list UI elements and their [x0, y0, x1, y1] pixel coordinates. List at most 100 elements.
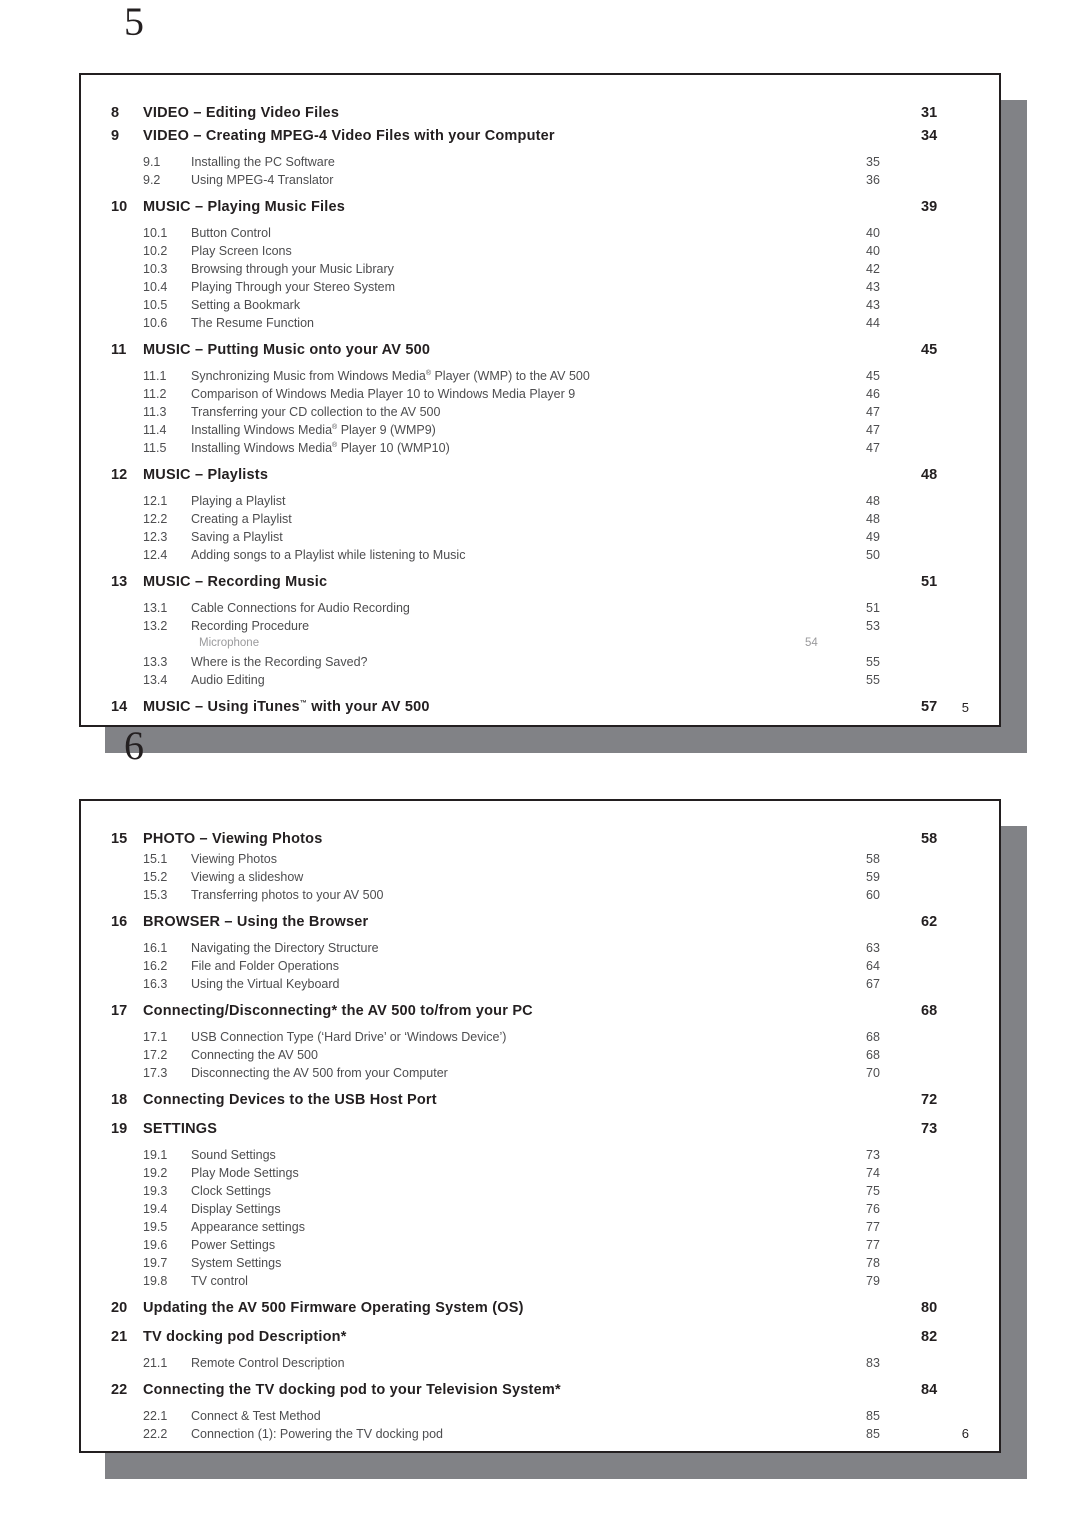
toc-section-entry[interactable]: 13.3 Where is the Recording Saved? 55: [111, 655, 941, 673]
toc-entry-num: 10: [111, 199, 128, 215]
toc-entry-title: Clock Settings: [191, 1184, 271, 1198]
toc-section-entry[interactable]: 13.4 Audio Editing 55: [111, 673, 941, 691]
toc-entry-num: 9.2: [143, 173, 161, 187]
toc-chapter-entry[interactable]: 11 MUSIC – Putting Music onto your AV 500…: [111, 340, 941, 369]
toc-entry-title: Setting a Bookmark: [191, 298, 301, 312]
toc-section-entry[interactable]: 16.2 File and Folder Operations 64: [111, 959, 941, 977]
toc-entry-page-number: 36: [866, 173, 880, 187]
toc-entry-page-number: 59: [866, 870, 880, 884]
toc-entry-page-number: 80: [921, 1300, 938, 1316]
toc-chapter-entry[interactable]: 9 VIDEO – Creating MPEG-4 Video Files wit…: [111, 126, 941, 155]
toc-entry-num: 22: [111, 1382, 128, 1398]
toc-section-entry[interactable]: 11.1 Synchronizing Music from Windows Med…: [111, 369, 941, 387]
toc-section-entry[interactable]: 9.1 Installing the PC Software 35: [111, 155, 941, 173]
toc-section-entry[interactable]: 10.5 Setting a Bookmark 43: [111, 298, 941, 316]
toc-entry-title: Installing Windows Media® Player 10 (WMP…: [191, 441, 450, 455]
toc-section-entry[interactable]: 9.2 Using MPEG-4 Translator 36: [111, 173, 941, 191]
toc-entry-num: 11: [111, 342, 127, 358]
toc-entry-title: Playing Through your Stereo System: [191, 280, 396, 294]
toc-entry-title: Connection (1): Powering the TV docking …: [191, 1427, 444, 1441]
toc-entry-title: Viewing Photos: [191, 852, 277, 866]
toc-entry-page-number: 40: [866, 226, 880, 240]
toc-entry-title: Using MPEG-4 Translator: [191, 173, 334, 187]
toc-section-entry[interactable]: 21.1 Remote Control Description 83: [111, 1356, 941, 1374]
toc-section-entry[interactable]: 19.4 Display Settings 76: [111, 1202, 941, 1220]
toc-section-entry[interactable]: 19.8 TV control 79: [111, 1274, 941, 1292]
toc-entry-title: USB Connection Type (‘Hard Drive’ or ‘Wi…: [191, 1030, 507, 1044]
toc-entry-page-number: 48: [866, 494, 880, 508]
toc-entry-title: Adding songs to a Playlist while listeni…: [191, 548, 466, 562]
toc-entry-num: 12.4: [143, 548, 168, 562]
toc-section-entry[interactable]: 17.2 Connecting the AV 500 68: [111, 1048, 941, 1066]
toc-section-entry[interactable]: 19.3 Clock Settings 75: [111, 1184, 941, 1202]
toc-section-entry[interactable]: 17.1 USB Connection Type (‘Hard Drive’ or…: [111, 1030, 941, 1048]
toc-entry-num: 13.3: [143, 655, 168, 669]
toc-section-entry[interactable]: 16.3 Using the Virtual Keyboard 67: [111, 977, 941, 995]
toc-section-entry[interactable]: 10.3 Browsing through your Music Library 4…: [111, 262, 941, 280]
toc-chapter-entry[interactable]: 15 PHOTO – Viewing Photos 58: [111, 829, 941, 852]
toc-section-entry[interactable]: 10.2 Play Screen Icons 40: [111, 244, 941, 262]
toc-chapter-entry[interactable]: 14 MUSIC – Using iTunes™ with your AV 500…: [111, 697, 941, 726]
toc-entry-page-number: 47: [866, 423, 880, 437]
toc-section-entry[interactable]: 19.2 Play Mode Settings 74: [111, 1166, 941, 1184]
toc-entry-title: Button Control: [191, 226, 271, 240]
toc-entry-title: MUSIC – Using iTunes™ with your AV 500: [143, 699, 430, 715]
toc-chapter-entry[interactable]: 21 TV docking pod Description* 82: [111, 1327, 941, 1356]
toc-entry-page-number: 54: [805, 637, 818, 649]
toc-entry-page-number: 75: [866, 1184, 880, 1198]
toc-entry-page-number: 48: [921, 467, 938, 483]
toc-chapter-entry[interactable]: 22 Connecting the TV docking pod to your …: [111, 1380, 941, 1409]
toc-entry-title: PHOTO – Viewing Photos: [143, 831, 323, 847]
toc-entry-num: 10.3: [143, 262, 168, 276]
toc-section-entry[interactable]: 12.4 Adding songs to a Playlist while lis…: [111, 548, 941, 566]
toc-entry-page-number: 42: [866, 262, 880, 276]
toc-entry-num: 12.2: [143, 512, 168, 526]
toc-section-entry[interactable]: 16.1 Navigating the Directory Structure 63: [111, 941, 941, 959]
toc-entry-title: Cable Connections for Audio Recording: [191, 601, 410, 615]
toc-section-entry[interactable]: 11.3 Transferring your CD collection to t…: [111, 405, 941, 423]
toc-section-entry[interactable]: Microphone 54: [111, 637, 941, 655]
toc-entry-num: 19.1: [143, 1148, 168, 1162]
toc-chapter-entry[interactable]: 20 Updating the AV 500 Firmware Operating…: [111, 1298, 941, 1327]
toc-entry-title: Playing a Playlist: [191, 494, 286, 508]
toc-entry-num: 11.4: [143, 423, 167, 437]
toc-entry-page-number: 85: [866, 1409, 880, 1423]
toc-section-entry[interactable]: 12.1 Playing a Playlist 48: [111, 494, 941, 512]
toc-section-entry[interactable]: 19.6 Power Settings 77: [111, 1238, 941, 1256]
toc-section-entry[interactable]: 15.3 Transferring photos to your AV 500 60: [111, 888, 941, 906]
toc-entry-num: 19: [111, 1121, 128, 1137]
toc-entry-page-number: 73: [866, 1148, 880, 1162]
toc-section-entry[interactable]: 11.4 Installing Windows Media® Player 9 (…: [111, 423, 941, 441]
toc-section-entry[interactable]: 22.2 Connection (1): Powering the TV dock…: [111, 1427, 941, 1445]
toc-section-entry[interactable]: 11.5 Installing Windows Media® Player 10 …: [111, 441, 941, 459]
toc-section-entry[interactable]: 10.1 Button Control 40: [111, 226, 941, 244]
toc-section-entry[interactable]: 10.6 The Resume Function 44: [111, 316, 941, 334]
toc-section-entry[interactable]: 10.4 Playing Through your Stereo System 43: [111, 280, 941, 298]
toc-entry-page-number: 67: [866, 977, 880, 991]
toc-section-entry[interactable]: 11.2 Comparison of Windows Media Player 1…: [111, 387, 941, 405]
toc-chapter-entry[interactable]: 8 VIDEO – Editing Video Files 31: [111, 103, 941, 126]
toc-section-entry[interactable]: 15.2 Viewing a slideshow 59: [111, 870, 941, 888]
toc-section-entry[interactable]: 12.3 Saving a Playlist 49: [111, 530, 941, 548]
toc-section-entry[interactable]: 19.5 Appearance settings 77: [111, 1220, 941, 1238]
toc-section-entry[interactable]: 22.1 Connect & Test Method 85: [111, 1409, 941, 1427]
toc-section-entry[interactable]: 13.1 Cable Connections for Audio Recordin…: [111, 601, 941, 619]
toc-entry-num: 19.3: [143, 1184, 168, 1198]
toc-section-entry[interactable]: 12.2 Creating a Playlist 48: [111, 512, 941, 530]
toc-entry-title: Connecting the AV 500: [191, 1048, 318, 1062]
toc-chapter-entry[interactable]: 13 MUSIC – Recording Music 51: [111, 572, 941, 601]
toc-entry-num: 13: [111, 574, 128, 590]
page-number-large: 5: [124, 0, 144, 44]
toc-section-entry[interactable]: 15.1 Viewing Photos 58: [111, 852, 941, 870]
toc-chapter-entry[interactable]: 18 Connecting Devices to the USB Host Por…: [111, 1090, 941, 1119]
toc-chapter-entry[interactable]: 16 BROWSER – Using the Browser 62: [111, 912, 941, 941]
toc-section-entry[interactable]: 19.7 System Settings 78: [111, 1256, 941, 1274]
toc-section-entry[interactable]: 19.1 Sound Settings 73: [111, 1148, 941, 1166]
toc-chapter-entry[interactable]: 19 SETTINGS 73: [111, 1119, 941, 1148]
toc-section-entry[interactable]: 13.2 Recording Procedure 53: [111, 619, 941, 637]
toc-entry-page-number: 43: [866, 280, 880, 294]
toc-chapter-entry[interactable]: 17 Connecting/Disconnecting* the AV 500 t…: [111, 1001, 941, 1030]
toc-chapter-entry[interactable]: 12 MUSIC – Playlists 48: [111, 465, 941, 494]
toc-section-entry[interactable]: 17.3 Disconnecting the AV 500 from your C…: [111, 1066, 941, 1084]
toc-chapter-entry[interactable]: 10 MUSIC – Playing Music Files 39: [111, 197, 941, 226]
